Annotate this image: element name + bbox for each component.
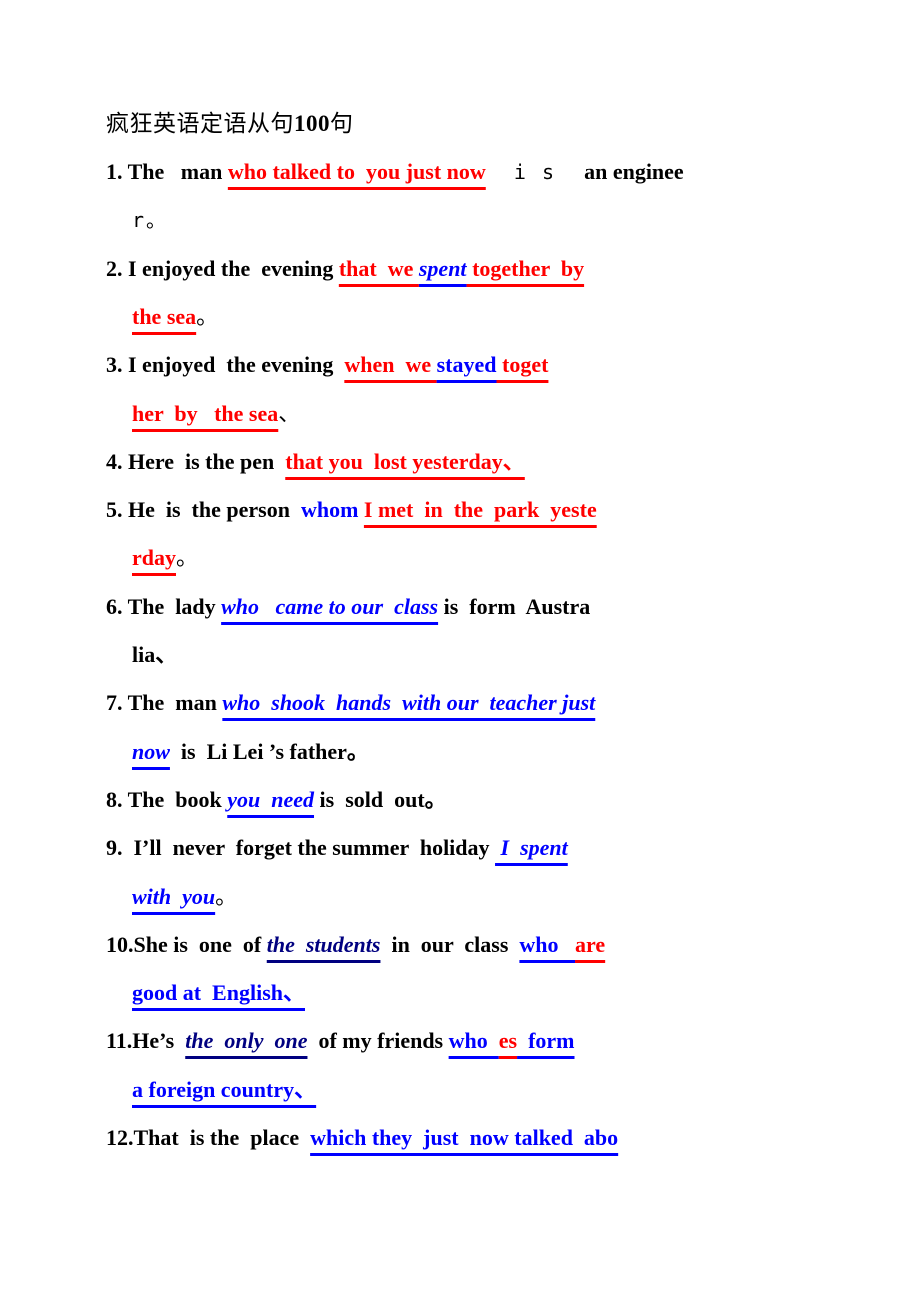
text-segment: of my friends [307, 1028, 449, 1053]
clause-highlight: you need [227, 787, 315, 812]
sentence-continuation: now is Li Lei ’s father。 [132, 736, 369, 768]
sentence-continuation: good at English、 [132, 977, 305, 1009]
text-segment: 8. The book [106, 787, 228, 812]
sentence-10: 10.She is one of the students in our cla… [106, 929, 605, 961]
clause-highlight: who talked to you just now [227, 159, 486, 184]
clause-highlight: the sea [132, 304, 197, 329]
clause-highlight: who [519, 932, 576, 957]
sentence-continuation: a foreign country、 [132, 1074, 316, 1106]
clause-highlight: a foreign country、 [132, 1077, 317, 1102]
clause-highlight: toget [496, 352, 549, 377]
clause-highlight: good at English、 [132, 980, 305, 1005]
clause-highlight: that we [338, 256, 419, 281]
sentence-9: 9. I’ll never forget the summer holiday … [106, 832, 568, 864]
text-segment: 11.He’s [106, 1028, 186, 1053]
sentence-7: 7. The man who shook hands with our teac… [106, 687, 595, 719]
clause-highlight: who [448, 1028, 499, 1053]
clause-highlight: es [498, 1028, 518, 1053]
title-text: 疯狂英语定语从句 [106, 111, 294, 136]
text-segment: 12.That is the place [106, 1125, 311, 1150]
clause-highlight: I spent [495, 835, 568, 860]
text-segment: 。 [176, 545, 199, 570]
clause-highlight: stayed [436, 352, 497, 377]
clause-highlight: together by [466, 256, 585, 281]
text-segment: is sold out。 [314, 787, 447, 812]
text-segment: 2. I enjoyed the evening [106, 256, 339, 281]
text-segment: 9. I’ll never forget the summer holiday [106, 835, 496, 860]
sentence-12: 12.That is the place which they just now… [106, 1122, 618, 1154]
clause-highlight: her by the sea [132, 401, 279, 426]
sentence-continuation: with you。 [132, 881, 237, 913]
sentence-8: 8. The book you need is sold out。 [106, 784, 447, 816]
title-number: 100 [294, 111, 330, 136]
sentence-continuation: the sea。 [132, 301, 218, 333]
text-segment: 、 [278, 401, 301, 426]
sentence-4: 4. Here is the pen that you lost yesterd… [106, 446, 525, 478]
clause-highlight: that you lost yesterday、 [285, 449, 525, 474]
text-segment: 4. Here is the pen [106, 449, 286, 474]
clause-highlight: are [575, 932, 606, 957]
text-segment: whom [300, 497, 359, 522]
page-title: 疯狂英语定语从句100句 [106, 108, 354, 140]
clause-highlight: spent [418, 256, 467, 281]
text-segment: 6. The lady [106, 594, 222, 619]
clause-highlight: form [517, 1028, 575, 1053]
text-segment: man [180, 159, 223, 184]
sentence-1: 1. The man who talked to you just now i … [106, 156, 684, 188]
text-segment: is Li Lei ’s father。 [169, 739, 369, 764]
title-suffix: 句 [330, 111, 354, 136]
sentence-11: 11.He’s the only one of my friends who e… [106, 1025, 575, 1057]
clause-highlight: who came to our class [221, 594, 439, 619]
clause-highlight: who shook hands with our teacher just [222, 690, 596, 715]
text-segment: 10.She is one of [106, 932, 267, 957]
clause-highlight: the only one [185, 1028, 308, 1053]
clause-highlight: which they just now talked abo [310, 1125, 619, 1150]
text-segment: in our class [380, 932, 520, 957]
text-segment: lia、 [132, 642, 178, 667]
text-segment: 。 [196, 304, 219, 329]
text-segment: an enginee [584, 159, 684, 184]
clause-highlight: I met in the park yeste [363, 497, 597, 522]
text-segment [164, 159, 181, 184]
sentence-6: 6. The lady who came to our class is for… [106, 591, 590, 623]
text-segment: 。 [215, 884, 238, 909]
text-segment: is form Austra [438, 594, 591, 619]
clause-highlight: rday [132, 545, 176, 570]
text-segment: r。 [132, 208, 169, 232]
sentence-3: 3. I enjoyed the evening when we stayed … [106, 349, 548, 381]
sentence-5: 5. He is the person whom I met in the pa… [106, 494, 597, 526]
text-segment: 1. The [106, 159, 165, 184]
text-segment: 7. The man [106, 690, 223, 715]
clause-highlight: when we [344, 352, 437, 377]
sentence-continuation: lia、 [132, 639, 177, 671]
clause-highlight: with you [132, 884, 216, 909]
sentence-continuation: her by the sea、 [132, 398, 300, 430]
text-segment: i s [485, 160, 585, 184]
text-segment: 5. He is the person [106, 497, 301, 522]
text-segment: 3. I enjoyed the evening [106, 352, 345, 377]
sentence-2: 2. I enjoyed the evening that we spent t… [106, 253, 584, 285]
clause-highlight: now [132, 739, 170, 764]
sentence-continuation: rday。 [132, 542, 198, 574]
sentence-continuation: r。 [132, 204, 168, 236]
clause-highlight: the students [266, 932, 381, 957]
document-page: 疯狂英语定语从句100句 1. The man who talked to yo… [0, 0, 920, 1302]
